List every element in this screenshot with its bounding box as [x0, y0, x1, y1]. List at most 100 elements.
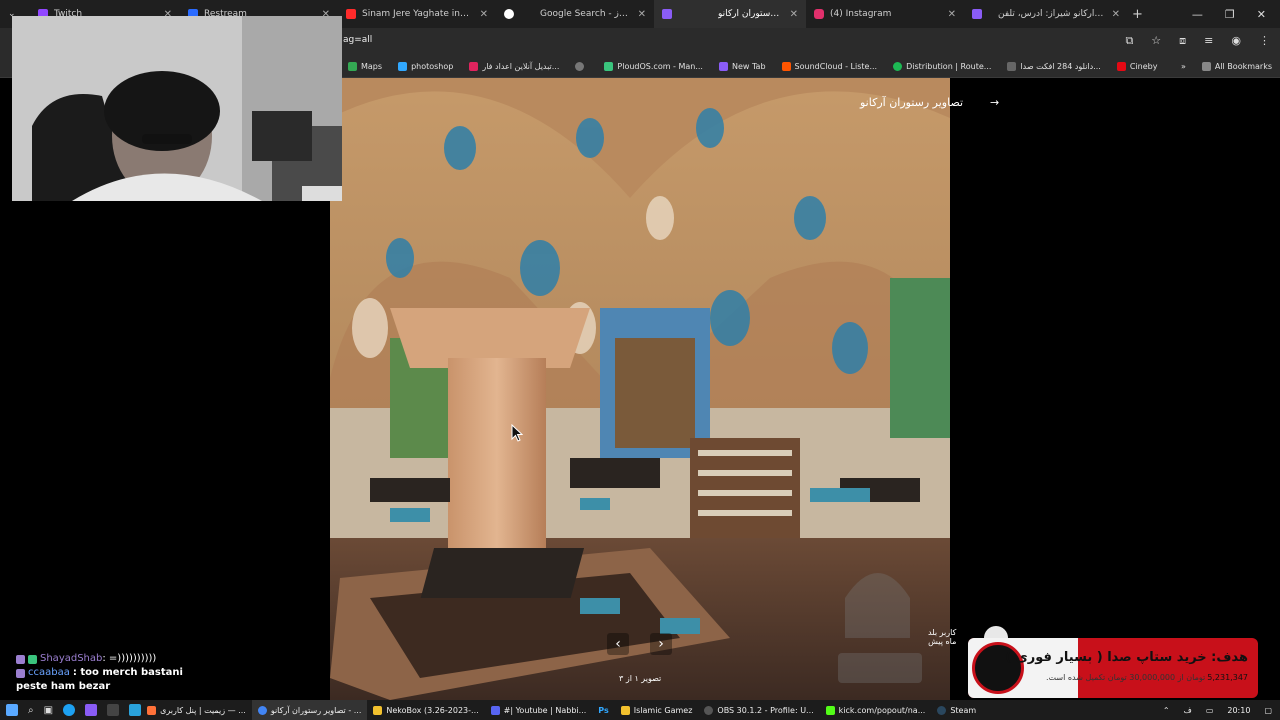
steam-icon: [937, 705, 947, 715]
instagram-icon: [814, 9, 824, 19]
bookmark-cineby[interactable]: Cineby: [1109, 62, 1166, 71]
close-icon[interactable]: ✕: [480, 9, 488, 20]
url-field[interactable]: ag=all: [343, 35, 372, 45]
tab-youtube[interactable]: Sinam Jere Yaghate in irani ✕: [338, 0, 496, 28]
taskbar-item-kick[interactable]: kick.com/popout/na...: [820, 700, 932, 720]
tab-instagram[interactable]: (4) Instagram ✕: [806, 0, 964, 28]
site-icon: [469, 62, 479, 71]
taskbar-item-obs[interactable]: OBS 30.1.2 - Profile: U...: [698, 700, 819, 720]
taskbar-item-discord[interactable]: #| Youtube | Nabbi...: [485, 700, 593, 720]
upload-time: ماه پیش: [928, 637, 957, 646]
close-icon[interactable]: ✕: [790, 9, 798, 20]
extensions-icon[interactable]: ⧈: [1179, 34, 1186, 48]
goal-subtitle: تومان از 30,000,000 تومان تکمیل شده است.: [1046, 673, 1206, 682]
window-controls: — ❐ ✕: [1192, 0, 1280, 28]
all-bookmarks-button[interactable]: All Bookmarks: [1194, 62, 1280, 71]
bookmark-photoshop[interactable]: photoshop: [390, 62, 461, 71]
chevron-right-icon: »: [1180, 62, 1186, 71]
tab-arkano-info[interactable]: رستوران آرکانو شیراز: آدرس، تلفن ✕: [964, 0, 1128, 28]
bookmark-globe[interactable]: [567, 62, 596, 71]
goal-amount: 5,231,347: [1207, 673, 1248, 682]
close-icon[interactable]: ✕: [638, 9, 646, 20]
bookmark-ploudos[interactable]: PloudOS.com - Man...: [596, 62, 711, 71]
bookmark-star-icon[interactable]: ☆: [1151, 34, 1161, 48]
chat-username: ShayadShab: [40, 653, 103, 664]
media-controls-icon[interactable]: ≡: [1204, 34, 1213, 48]
cineby-icon: [1116, 62, 1126, 71]
bookmark-number-converter[interactable]: تبدیل آنلاین اعداد فار...: [461, 62, 567, 71]
windows-start-icon[interactable]: [6, 704, 18, 716]
next-image-button[interactable]: ›: [650, 633, 672, 655]
bookmark-new-tab[interactable]: New Tab: [711, 62, 774, 71]
tray-chevron-icon[interactable]: ⌃: [1163, 706, 1170, 715]
bookmark-distribution[interactable]: Distribution | Route...: [885, 62, 999, 71]
taskbar-item-photoshop[interactable]: Ps: [592, 700, 614, 720]
ploudos-icon: [604, 62, 614, 71]
back-arrow-icon[interactable]: →: [990, 96, 999, 109]
maps-icon: [348, 62, 357, 71]
chat-message-continued: peste ham bezar: [16, 680, 316, 694]
image-counter: تصویر ۱ از ۳: [619, 674, 662, 683]
minimize-icon[interactable]: —: [1192, 8, 1203, 21]
taskbar-item-folder[interactable]: Islamic Gamez: [615, 700, 699, 720]
gallery-title: تصاویر رستوران آرکانو: [860, 96, 964, 109]
tab-google-search[interactable]: Google Search - آرکانو شیراز ✕: [496, 0, 654, 28]
prev-image-button[interactable]: ‹: [607, 633, 629, 655]
taskbar-item-nekobox[interactable]: NekoBox (3.26-2023-...: [367, 700, 484, 720]
folder-icon: [1201, 62, 1211, 71]
bookmark-sound-effects[interactable]: دانلود 284 افکت صدا...: [999, 62, 1108, 71]
subscriber-badge-icon: [16, 654, 25, 664]
goal-title: هدف: خرید ستاپ صدا ( بسیار فوری ): [1005, 650, 1248, 665]
system-tray: ⌃ ف ▭ 20:10 ▢: [1163, 700, 1272, 720]
taskbar-item-steam[interactable]: Steam: [931, 700, 982, 720]
task-view-icon[interactable]: ▣: [44, 705, 53, 716]
youtube-icon: [346, 9, 356, 19]
chat-message: ccaabaa : too merch bastani: [16, 666, 316, 680]
screen: ⌄ Twitch ✕ Restream ✕ Sinam Jere Yaghate…: [0, 0, 1280, 720]
search-icon[interactable]: ⌕: [28, 705, 34, 716]
subscriber-badge-icon: [16, 668, 25, 678]
chevron-right-icon: ›: [658, 636, 664, 652]
site-icon: [662, 9, 672, 19]
language-indicator[interactable]: ف: [1184, 706, 1192, 715]
close-icon[interactable]: ✕: [1112, 9, 1120, 20]
chrome-icon: [257, 705, 267, 715]
edge-icon[interactable]: [63, 704, 76, 716]
new-tab-button[interactable]: +: [1128, 0, 1148, 28]
close-window-icon[interactable]: ✕: [1257, 8, 1266, 21]
bookmark-soundcloud[interactable]: SoundCloud - Liste...: [774, 62, 886, 71]
close-icon[interactable]: ✕: [948, 9, 956, 20]
telegram-icon[interactable]: [129, 704, 142, 716]
webcam-feed: [12, 16, 342, 201]
audio-icon: [1007, 62, 1017, 71]
taskbar-item-firefox[interactable]: زیمیت | پنل کاربری — ...: [141, 700, 252, 720]
maximize-icon[interactable]: ❐: [1225, 8, 1235, 21]
app-r-icon[interactable]: [85, 704, 98, 716]
network-icon[interactable]: ▭: [1206, 706, 1214, 715]
kick-icon: [825, 705, 835, 715]
gallery-photo[interactable]: [330, 78, 950, 700]
tab-arkano-images[interactable]: تصاویر رستوران آرکانو ✕: [654, 0, 806, 28]
site-icon: [972, 9, 982, 19]
toolbar-icons: ⧉ ☆ ⧈ ≡ ◉ ⋮: [1125, 34, 1270, 48]
notifications-icon[interactable]: ▢: [1264, 706, 1272, 715]
folder-icon: [620, 705, 630, 715]
taskbar-item-chrome[interactable]: تصاویر رستوران آرکانو - ...: [251, 700, 368, 720]
profile-icon[interactable]: ◉: [1231, 34, 1241, 48]
bookmark-maps[interactable]: Maps: [340, 62, 390, 71]
uploader-name: کاربر بلد: [928, 628, 957, 637]
windows-taskbar: ⌕ ▣ زیمیت | پنل کاربری — ... تصاویر رستو…: [0, 700, 1280, 720]
verified-badge-icon: [28, 654, 37, 664]
restaurant-interior-image: [330, 78, 950, 700]
app-icon[interactable]: [107, 704, 120, 716]
webcam-overlay: [12, 16, 342, 201]
globe-icon: [575, 62, 585, 71]
clock[interactable]: 20:10: [1227, 706, 1250, 715]
chat-text: peste ham bezar: [16, 681, 111, 692]
more-bookmarks-button[interactable]: »: [1173, 62, 1194, 71]
menu-icon[interactable]: ⋮: [1259, 34, 1270, 48]
uploader-info: کاربر بلد ماه پیش: [928, 628, 956, 646]
google-icon: [504, 9, 514, 19]
donation-goal-widget: هدف: خرید ستاپ صدا ( بسیار فوری ) 5,231,…: [968, 638, 1258, 698]
install-app-icon[interactable]: ⧉: [1125, 34, 1133, 48]
